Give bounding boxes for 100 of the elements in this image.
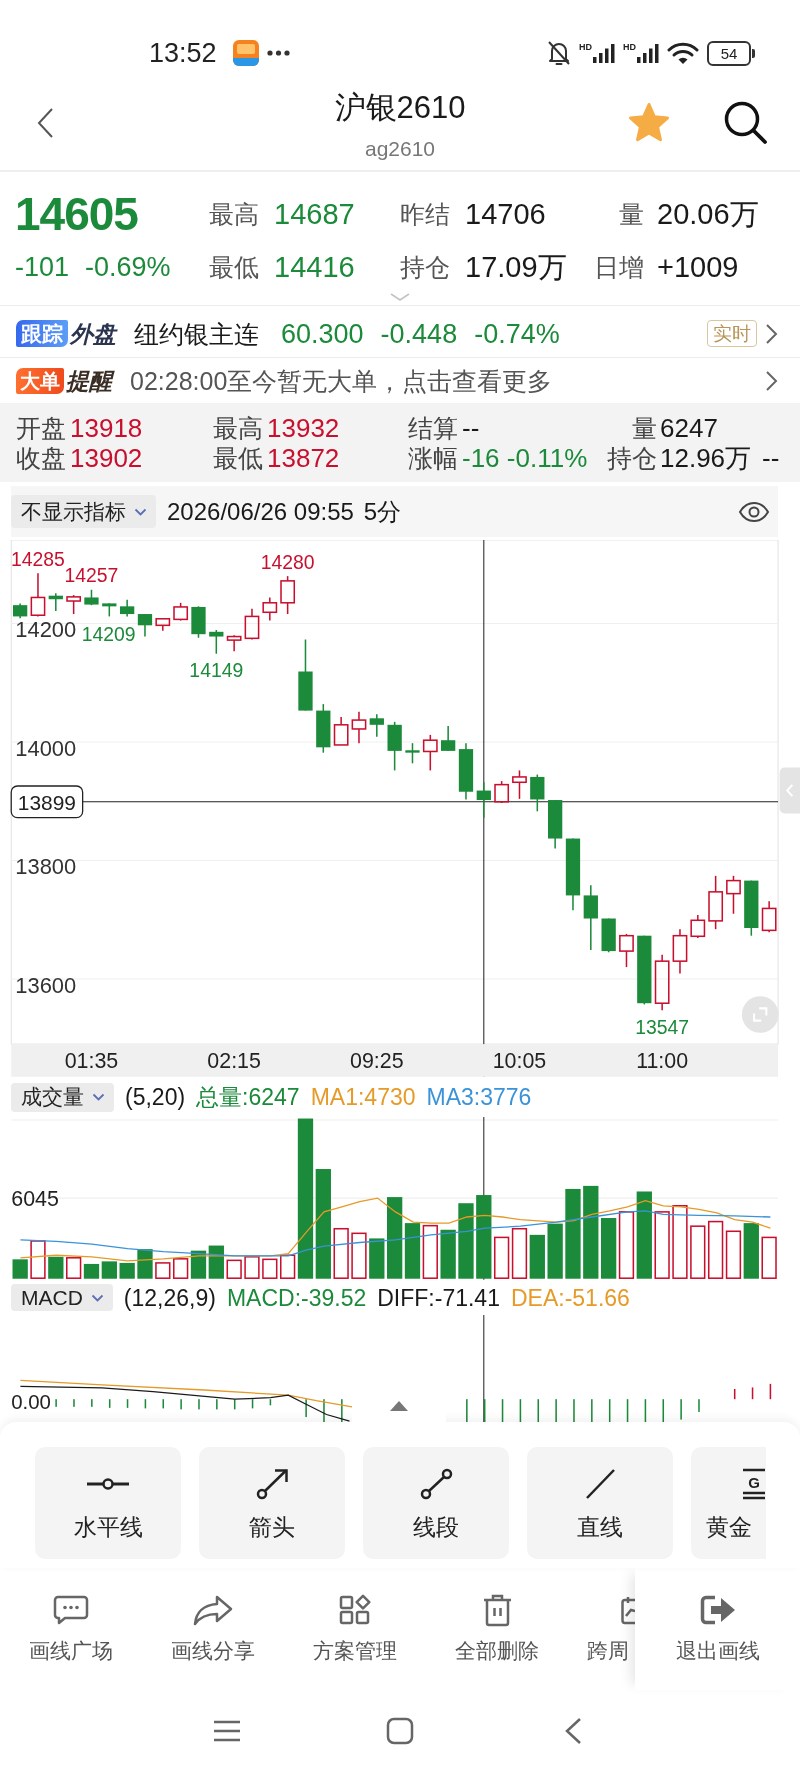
message-icon bbox=[53, 1595, 89, 1625]
macd-bar bbox=[108, 1399, 111, 1408]
foreign-change: -0.448 bbox=[380, 317, 458, 350]
stat-value: 14687 bbox=[274, 197, 356, 231]
price-axis-label: 13800 bbox=[15, 854, 77, 880]
rising-candle bbox=[761, 900, 777, 933]
falling-candle bbox=[476, 781, 491, 819]
volume-bar bbox=[743, 1223, 759, 1279]
info-label: 最低 bbox=[213, 443, 263, 473]
volume-bar bbox=[262, 1258, 278, 1279]
rising-candle bbox=[690, 914, 706, 939]
volume-bar bbox=[440, 1229, 456, 1279]
exit-icon bbox=[699, 1595, 736, 1625]
volume-bar bbox=[190, 1250, 207, 1279]
square-icon[interactable] bbox=[386, 1717, 414, 1745]
rising-candle bbox=[244, 607, 260, 641]
macd-bar bbox=[483, 1399, 486, 1422]
price-axis-label: 14200 bbox=[15, 617, 77, 643]
volume-bar bbox=[725, 1230, 742, 1279]
volume-bar bbox=[547, 1223, 563, 1279]
drawing-tool-button[interactable]: 线段 bbox=[363, 1447, 509, 1559]
volume-selector[interactable]: 成交量 bbox=[11, 1082, 114, 1112]
low-price-label: 13547 bbox=[635, 1015, 690, 1038]
action-button[interactable]: 画线分享 bbox=[142, 1568, 284, 1690]
volume-bar bbox=[244, 1256, 260, 1279]
stat-label: 最低 bbox=[209, 252, 260, 282]
volume-bar bbox=[601, 1218, 617, 1279]
rising-candle bbox=[672, 928, 688, 975]
info-value: -- bbox=[462, 413, 480, 443]
indicator-reading: MA3:3776 bbox=[426, 1083, 532, 1111]
foreign-change-percent: -0.74% bbox=[474, 317, 560, 350]
stat-value: 17.09万 bbox=[465, 250, 568, 284]
volume-bar bbox=[761, 1236, 777, 1279]
volume-bar bbox=[30, 1240, 46, 1279]
page-title: 沪银2610 bbox=[334, 90, 466, 126]
info-label: 收盘 bbox=[16, 443, 66, 473]
eye-icon[interactable] bbox=[738, 500, 770, 523]
volume-bar bbox=[208, 1245, 224, 1279]
action-button[interactable]: 跨周 bbox=[568, 1568, 635, 1690]
falling-candle bbox=[13, 602, 28, 619]
rising-candle bbox=[726, 875, 741, 915]
macd-bar bbox=[162, 1399, 165, 1409]
falling-candle bbox=[102, 602, 117, 618]
high-price-label: 14257 bbox=[64, 564, 119, 587]
back-icon[interactable] bbox=[564, 1717, 582, 1745]
falling-candle bbox=[387, 721, 402, 772]
drawing-tool-button[interactable]: 直线 bbox=[527, 1447, 673, 1559]
bell-off-icon bbox=[547, 40, 571, 66]
stat-value: +1009 bbox=[657, 250, 740, 284]
stat-value: 14706 bbox=[465, 197, 547, 231]
rising-candle bbox=[173, 602, 189, 622]
macd-bar bbox=[769, 1383, 772, 1400]
exit-drawing-button[interactable]: 退出画线 bbox=[635, 1568, 800, 1690]
chevron-right-icon[interactable] bbox=[765, 369, 778, 392]
action-button[interactable]: 方案管理 bbox=[284, 1568, 426, 1690]
volume-bar bbox=[511, 1227, 528, 1279]
horizontal-line-icon bbox=[87, 1478, 129, 1490]
time-axis-label: 02:15 bbox=[207, 1048, 261, 1073]
time-axis-label: 10:05 bbox=[492, 1048, 547, 1073]
alert-message[interactable]: 02:28:00至今暂无大单，点击查看更多 bbox=[130, 365, 553, 396]
macd-axis-label: 0.00 bbox=[11, 1390, 51, 1413]
line-icon bbox=[584, 1468, 616, 1500]
rising-candle bbox=[422, 734, 438, 772]
volume-bar bbox=[101, 1261, 117, 1279]
volume-bar bbox=[369, 1238, 385, 1279]
drawing-tool-button[interactable]: 水平线 bbox=[35, 1447, 181, 1559]
chevron-down-icon bbox=[90, 1293, 104, 1302]
indicator-reading: DEA:-51.66 bbox=[510, 1283, 630, 1312]
info-label: 涨幅 bbox=[408, 443, 458, 473]
macd-bar bbox=[519, 1399, 522, 1422]
macd-bar bbox=[233, 1399, 236, 1410]
volume-axis-label: 6045 bbox=[11, 1187, 59, 1212]
volume-bar bbox=[422, 1224, 438, 1279]
info-label: 结算 bbox=[408, 413, 458, 443]
menu-icon[interactable] bbox=[213, 1719, 241, 1743]
high-price-label: 14280 bbox=[260, 550, 315, 573]
search-icon[interactable] bbox=[723, 100, 768, 145]
indicator-selector[interactable]: 不显示指标 bbox=[11, 495, 156, 528]
back-icon[interactable] bbox=[36, 107, 54, 139]
volume-bar bbox=[173, 1258, 189, 1279]
calendar-icon bbox=[621, 1594, 635, 1626]
indicator-reading: MACD:-39.52 bbox=[226, 1283, 367, 1312]
rising-candle bbox=[333, 716, 349, 746]
action-button[interactable]: 全部删除 bbox=[426, 1568, 568, 1690]
macd-bar bbox=[608, 1399, 611, 1422]
drawing-tool-button[interactable]: G 黄金 bbox=[691, 1447, 766, 1559]
chevron-down-icon bbox=[134, 507, 147, 516]
indicator-params: (12,26,9) bbox=[123, 1283, 216, 1312]
macd-selector[interactable]: MACD bbox=[11, 1284, 113, 1311]
indicator-params: (5,20) bbox=[125, 1083, 186, 1111]
ref-line-label: 13899 bbox=[17, 790, 77, 814]
action-button[interactable]: 画线广场 bbox=[0, 1568, 142, 1690]
stat-value: 20.06万 bbox=[657, 197, 760, 231]
arrow-icon bbox=[255, 1468, 289, 1500]
time-axis-label: 11:00 bbox=[636, 1048, 689, 1073]
chevron-right-icon[interactable] bbox=[765, 322, 778, 345]
rising-candle bbox=[30, 572, 46, 618]
info-value: 12.96万 bbox=[660, 443, 752, 473]
indicator-reading: 总量:6247 bbox=[196, 1083, 300, 1111]
drawing-tool-button[interactable]: 箭头 bbox=[199, 1447, 345, 1559]
